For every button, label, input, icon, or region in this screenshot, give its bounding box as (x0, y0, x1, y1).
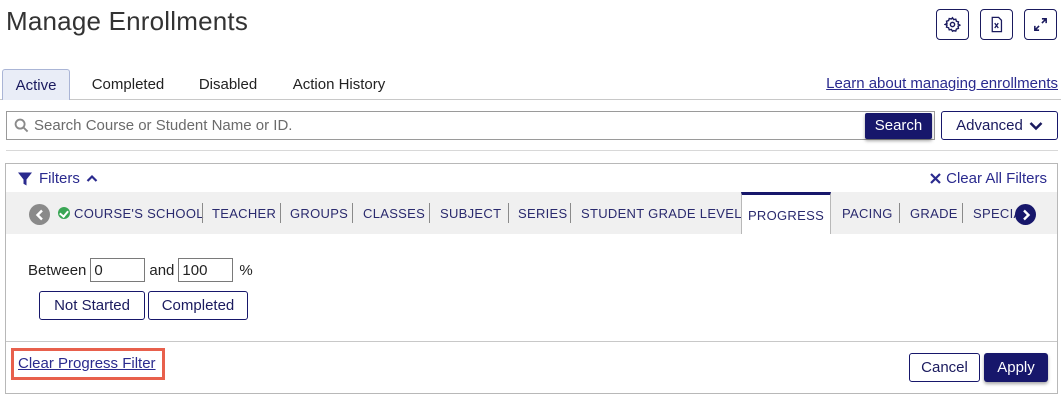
search-input[interactable] (34, 112, 864, 139)
search-icon (14, 118, 29, 133)
category-separator (570, 203, 571, 223)
category-separator (352, 203, 353, 223)
close-icon (930, 173, 941, 184)
category-separator (508, 203, 509, 223)
progress-max-input[interactable] (178, 258, 234, 282)
learn-enrollments-link[interactable]: Learn about managing enrollments (826, 75, 1058, 92)
export-excel-button[interactable] (980, 9, 1013, 40)
check-circle-icon (58, 207, 70, 219)
tab-active[interactable]: Active (2, 69, 70, 100)
chevron-left-icon (35, 209, 43, 220)
filter-category-courses-school[interactable]: COURSE'S SCHOOL (58, 204, 204, 224)
progress-min-input[interactable] (90, 258, 146, 282)
filter-category-student-grade-level[interactable]: STUDENT GRADE LEVEL (581, 204, 742, 224)
clear-all-filters-button[interactable]: Clear All Filters (930, 170, 1047, 187)
clear-progress-filter-link[interactable]: Clear Progress Filter (11, 348, 165, 380)
completed-button[interactable]: Completed (148, 291, 248, 320)
filter-category-pacing[interactable]: PACING (842, 204, 893, 224)
gear-icon (944, 16, 961, 33)
category-separator (962, 203, 963, 223)
chevron-right-icon (1022, 209, 1030, 220)
between-label: Between (28, 261, 87, 279)
filter-category-progress[interactable]: PROGRESS (741, 192, 831, 234)
tab-action-history[interactable]: Action History (280, 69, 398, 100)
apply-button[interactable]: Apply (984, 353, 1048, 382)
page-title: Manage Enrollments (6, 6, 249, 36)
tab-completed[interactable]: Completed (80, 69, 176, 100)
scroll-right-button[interactable] (1015, 204, 1036, 225)
category-separator (280, 203, 281, 223)
excel-file-icon (991, 16, 1003, 33)
funnel-icon (18, 172, 32, 185)
status-tabs: Active Completed Disabled Action History… (0, 68, 1061, 100)
divider (6, 150, 1058, 151)
expand-arrows-icon (1034, 18, 1047, 31)
filter-category-classes[interactable]: CLASSES (363, 204, 425, 224)
tab-disabled[interactable]: Disabled (188, 69, 268, 100)
filter-category-list: COURSE'S SCHOOL TEACHER GROUPS CLASSES S… (54, 192, 1016, 234)
header-actions (936, 9, 1057, 40)
filter-category-series[interactable]: SERIES (518, 204, 567, 224)
advanced-label: Advanced (956, 117, 1023, 134)
search-bar: Search (6, 111, 935, 140)
settings-button[interactable] (936, 9, 969, 40)
advanced-search-button[interactable]: Advanced (941, 111, 1058, 140)
filter-category-special[interactable]: SPECIA (973, 204, 1016, 224)
filter-category-subject[interactable]: SUBJECT (440, 204, 501, 224)
category-separator (429, 203, 430, 223)
progress-range-row: Between and % (28, 258, 253, 282)
panel-footer-divider (6, 341, 1057, 342)
and-label: and (149, 261, 175, 279)
chevron-up-icon (86, 174, 98, 182)
filters-toggle[interactable]: Filters (17, 170, 98, 187)
chevron-down-icon (1029, 121, 1043, 130)
percent-label: % (239, 261, 253, 279)
category-separator (899, 203, 900, 223)
not-started-button[interactable]: Not Started (39, 291, 145, 320)
scroll-left-button[interactable] (29, 204, 50, 225)
filter-category-teacher[interactable]: TEACHER (212, 204, 276, 224)
filter-category-groups[interactable]: GROUPS (290, 204, 348, 224)
cancel-button[interactable]: Cancel (909, 353, 980, 382)
filter-category-bar: COURSE'S SCHOOL TEACHER GROUPS CLASSES S… (6, 192, 1057, 234)
category-label: COURSE'S SCHOOL (74, 206, 204, 221)
expand-button[interactable] (1024, 9, 1057, 40)
filter-category-grade[interactable]: GRADE (910, 204, 958, 224)
category-separator (202, 203, 203, 223)
filter-panel: Filters Clear All Filters COURSE'S SCHOO… (5, 163, 1058, 394)
clear-all-label: Clear All Filters (946, 170, 1047, 187)
search-button[interactable]: Search (865, 113, 932, 139)
filters-label: Filters (39, 170, 80, 187)
